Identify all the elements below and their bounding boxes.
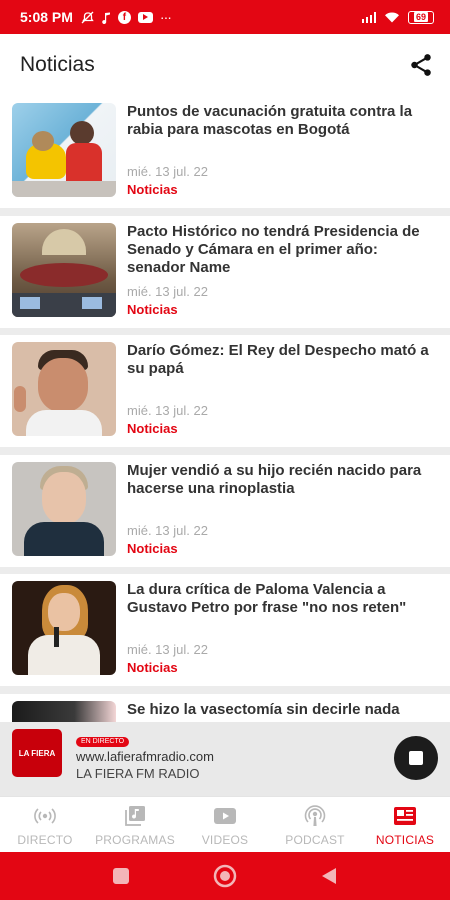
status-bar: 5:08 PM f ··· 69 bbox=[0, 0, 450, 34]
music-note-icon bbox=[102, 12, 110, 24]
news-thumbnail bbox=[12, 581, 116, 675]
news-item[interactable]: Darío Gómez: El Rey del Despecho mató a … bbox=[0, 335, 450, 447]
square-icon bbox=[113, 868, 129, 884]
page-title: Noticias bbox=[20, 53, 95, 76]
newspaper-icon bbox=[394, 807, 416, 825]
station-logo-text: LA FIERA bbox=[18, 748, 56, 758]
news-title[interactable]: Se hizo la vasectomía sin decirle nada bbox=[127, 701, 440, 719]
nav-label: PODCAST bbox=[285, 833, 345, 847]
news-item[interactable]: Se hizo la vasectomía sin decirle nada bbox=[0, 693, 450, 722]
nav-item-videos[interactable]: VIDEOS bbox=[180, 797, 270, 852]
news-thumbnail bbox=[12, 342, 116, 436]
app-header: Noticias bbox=[0, 34, 450, 96]
video-play-icon bbox=[214, 808, 236, 824]
nav-item-noticias[interactable]: NOTICIAS bbox=[360, 797, 450, 852]
news-title[interactable]: Puntos de vacunación gratuita contra la … bbox=[127, 103, 440, 139]
news-date: mié. 13 jul. 22 bbox=[127, 642, 208, 657]
news-item[interactable]: Pacto Histórico no tendrá Presidencia de… bbox=[0, 215, 450, 328]
news-item[interactable]: Puntos de vacunación gratuita contra la … bbox=[0, 96, 450, 208]
news-thumbnail bbox=[12, 222, 116, 317]
news-title[interactable]: Mujer vendió a su hijo recién nacido par… bbox=[127, 462, 440, 498]
news-date: mié. 13 jul. 22 bbox=[127, 403, 208, 418]
battery-level: 69 bbox=[413, 12, 428, 22]
mute-icon bbox=[81, 11, 94, 23]
system-nav-bar bbox=[0, 852, 450, 900]
nav-label: VIDEOS bbox=[201, 833, 249, 847]
nav-label: NOTICIAS bbox=[375, 833, 435, 847]
back-triangle-icon bbox=[322, 868, 336, 884]
bottom-nav: DIRECTO PROGRAMAS VIDEOS PODCAST NOTICIA… bbox=[0, 796, 450, 852]
mini-player[interactable]: LA FIERA EN DIRECTO www.lafierafmradio.c… bbox=[0, 722, 450, 796]
news-item[interactable]: Mujer vendió a su hijo recién nacido par… bbox=[0, 454, 450, 567]
news-category[interactable]: Noticias bbox=[127, 182, 178, 197]
news-category[interactable]: Noticias bbox=[127, 541, 178, 556]
battery-icon: 69 bbox=[408, 10, 434, 24]
news-thumbnail bbox=[12, 461, 116, 556]
news-category[interactable]: Noticias bbox=[127, 421, 178, 436]
news-date: mié. 13 jul. 22 bbox=[127, 522, 208, 538]
station-logo: LA FIERA bbox=[12, 729, 62, 777]
nav-label: DIRECTO bbox=[17, 833, 73, 847]
facebook-icon: f bbox=[117, 10, 131, 24]
news-list[interactable]: Puntos de vacunación gratuita contra la … bbox=[0, 96, 450, 722]
stop-button[interactable] bbox=[394, 736, 438, 780]
news-thumbnail bbox=[12, 700, 116, 722]
news-date: mié. 13 jul. 22 bbox=[127, 164, 208, 179]
nav-label: PROGRAMAS bbox=[95, 833, 175, 847]
home-button[interactable] bbox=[213, 864, 237, 888]
news-date: mié. 13 jul. 22 bbox=[127, 283, 208, 299]
live-badge: EN DIRECTO bbox=[76, 737, 130, 747]
share-icon[interactable] bbox=[408, 52, 434, 78]
signal-icon bbox=[361, 11, 376, 23]
player-station: LA FIERA FM RADIO bbox=[76, 766, 200, 781]
nav-item-directo[interactable]: DIRECTO bbox=[0, 797, 90, 852]
status-time: 5:08 PM bbox=[20, 9, 73, 25]
nav-item-programas[interactable]: PROGRAMAS bbox=[90, 797, 180, 852]
radio-waves-icon bbox=[34, 808, 56, 824]
wifi-icon bbox=[385, 12, 399, 23]
news-item[interactable]: La dura crítica de Paloma Valencia a Gus… bbox=[0, 574, 450, 686]
more-icon: ··· bbox=[159, 9, 172, 25]
podcast-icon bbox=[304, 805, 326, 826]
music-library-icon bbox=[125, 806, 145, 826]
circle-icon bbox=[213, 864, 237, 888]
news-title[interactable]: Pacto Histórico no tendrá Presidencia de… bbox=[127, 223, 440, 277]
stop-icon bbox=[409, 751, 423, 765]
news-title[interactable]: La dura crítica de Paloma Valencia a Gus… bbox=[127, 581, 440, 617]
news-title[interactable]: Darío Gómez: El Rey del Despecho mató a … bbox=[127, 342, 440, 378]
player-url: www.lafierafmradio.com bbox=[76, 749, 214, 764]
news-thumbnail bbox=[12, 103, 116, 197]
recents-button[interactable] bbox=[109, 864, 133, 888]
news-category[interactable]: Noticias bbox=[127, 302, 178, 317]
youtube-icon bbox=[137, 11, 153, 23]
nav-item-podcast[interactable]: PODCAST bbox=[270, 797, 360, 852]
news-category[interactable]: Noticias bbox=[127, 660, 178, 675]
back-button[interactable] bbox=[317, 864, 341, 888]
